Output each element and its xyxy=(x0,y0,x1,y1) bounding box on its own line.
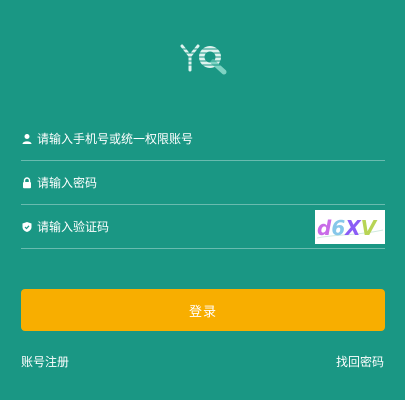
phone-field[interactable]: 请输入手机号或统一权限账号 xyxy=(21,118,385,161)
login-button[interactable]: 登录 xyxy=(21,289,385,331)
password-placeholder: 请输入密码 xyxy=(37,176,98,190)
password-field[interactable]: 请输入密码 xyxy=(21,162,385,205)
lock-icon xyxy=(21,177,33,189)
phone-placeholder: 请输入手机号或统一权限账号 xyxy=(37,132,194,146)
captcha-char-4: V xyxy=(361,216,378,240)
login-page: 请输入手机号或统一权限账号 请输入密码 请输入验证码 d6XV 登录 账号注册 … xyxy=(0,0,405,400)
forgot-password-link[interactable]: 找回密码 xyxy=(336,355,384,369)
user-icon xyxy=(21,133,33,145)
captcha-image[interactable]: d6XV xyxy=(315,210,385,244)
app-logo-icon xyxy=(180,42,228,76)
register-link[interactable]: 账号注册 xyxy=(21,355,69,369)
captcha-char-2: 6 xyxy=(331,216,345,240)
svg-text:d6XV: d6XV xyxy=(317,216,378,240)
shield-icon xyxy=(21,221,33,233)
captcha-char-1: d xyxy=(317,216,332,240)
code-placeholder: 请输入验证码 xyxy=(37,220,110,234)
verification-code-field[interactable]: 请输入验证码 d6XV xyxy=(21,206,385,249)
captcha-char-3: X xyxy=(343,216,362,240)
